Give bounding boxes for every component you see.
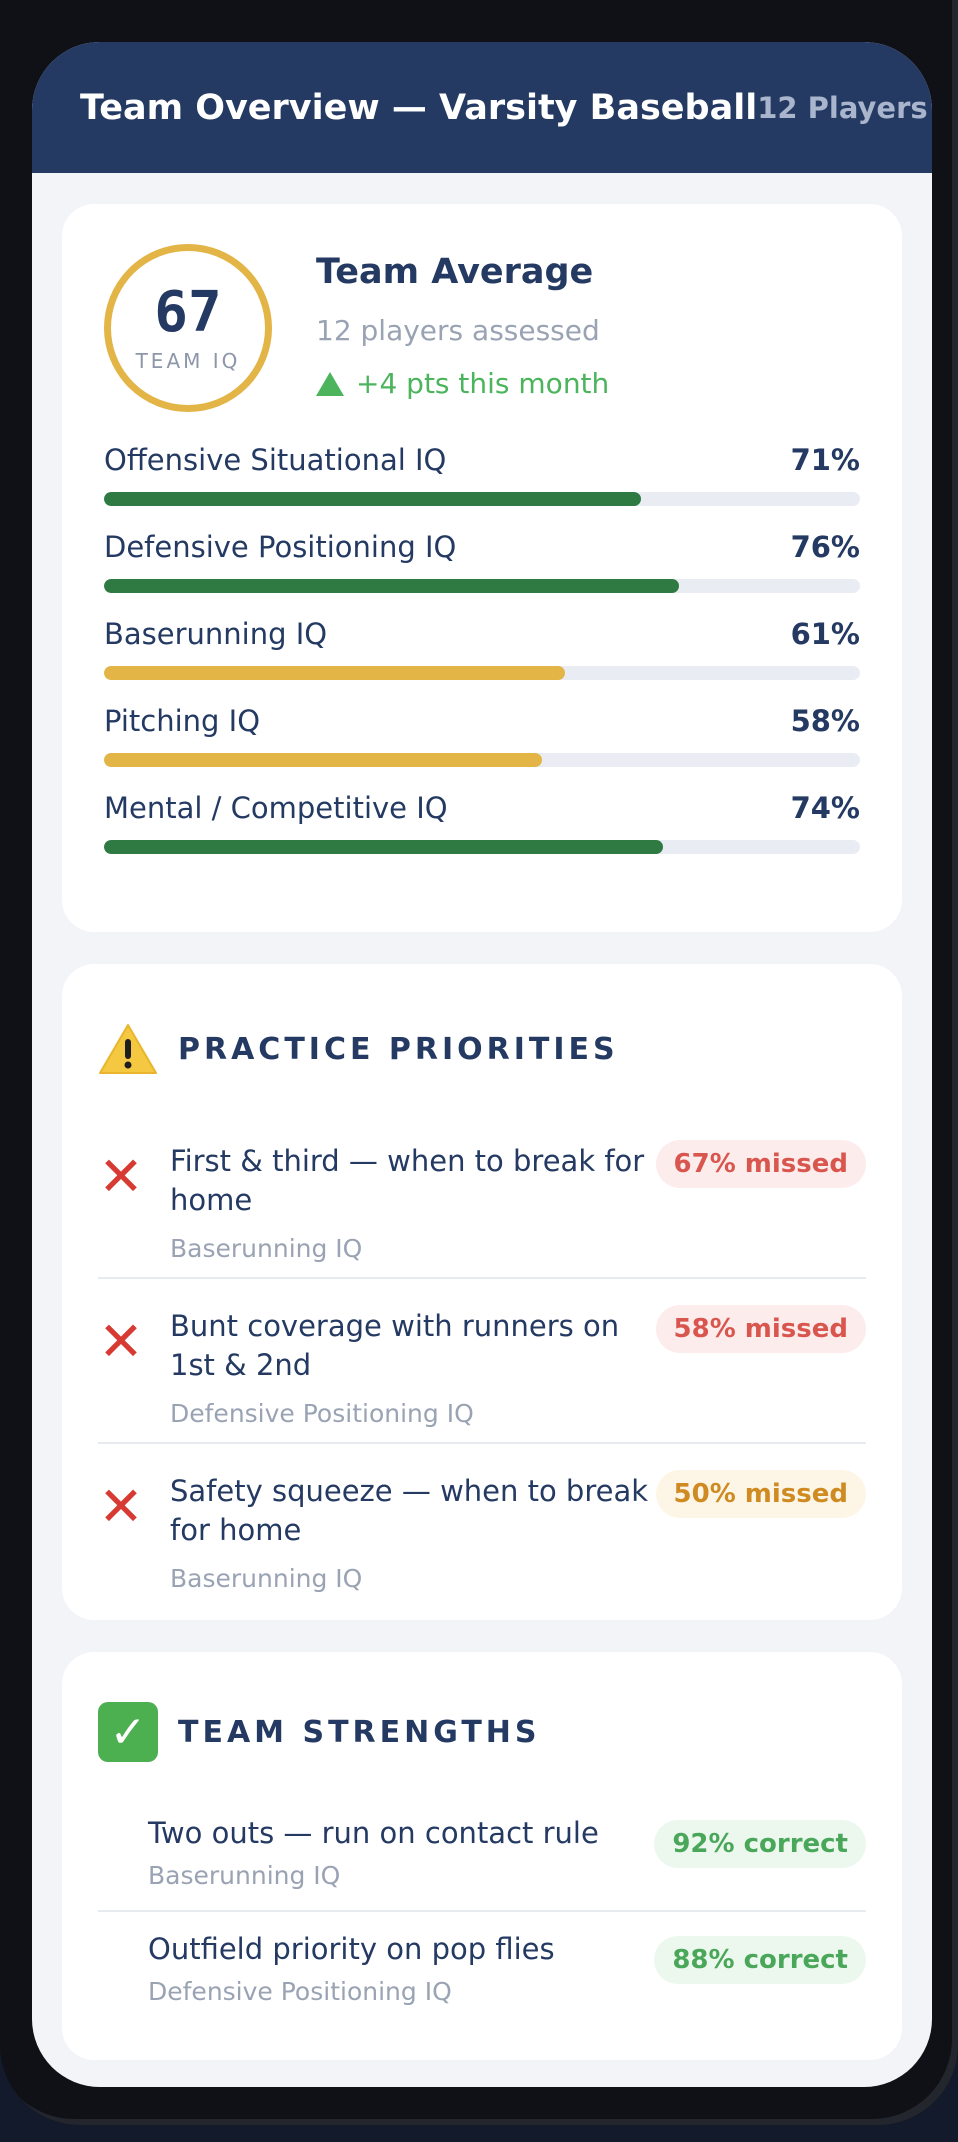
- strength-title: Two outs — run on contact rule: [148, 1816, 599, 1850]
- metric-item: Offensive Situational IQ 71%: [104, 442, 860, 529]
- page-title: Team Overview — Varsity Baseball: [80, 87, 758, 128]
- x-icon: ✕: [98, 1145, 144, 1208]
- metric-value: 58%: [790, 704, 860, 738]
- metric-progress-track: [104, 579, 860, 593]
- strengths-title: TEAM STRENGTHS: [178, 1714, 541, 1750]
- team-iq-card: 67 TEAM IQ Team Average 12 players asses…: [62, 204, 902, 932]
- warning-icon: [99, 1024, 157, 1074]
- trend-text: +4 pts this month: [356, 367, 610, 400]
- strength-category: Defensive Positioning IQ: [148, 1977, 452, 2006]
- priority-title: First & third — when to break for home: [170, 1144, 645, 1217]
- priority-category: Defensive Positioning IQ: [170, 1399, 474, 1428]
- priority-item[interactable]: ✕ First & third — when to break for home…: [98, 1114, 866, 1279]
- summary-subtitle: 12 players assessed: [316, 314, 600, 347]
- correct-badge: 88% correct: [654, 1936, 866, 1984]
- priority-item[interactable]: ✕ Safety squeeze — when to break for hom…: [98, 1444, 866, 1609]
- metric-progress-fill: [104, 666, 566, 680]
- priority-item[interactable]: ✕ Bunt coverage with runners on 1st & 2n…: [98, 1279, 866, 1444]
- team-iq-ring: 67 TEAM IQ: [104, 244, 272, 412]
- x-icon: ✕: [98, 1310, 144, 1373]
- trend-indicator: +4 pts this month: [316, 367, 609, 400]
- team-strengths-card: ✓ TEAM STRENGTHS Two outs — run on conta…: [62, 1652, 902, 2060]
- priority-category: Baserunning IQ: [170, 1234, 363, 1263]
- metric-label: Mental / Competitive IQ: [104, 791, 448, 825]
- team-iq-label: TEAM IQ: [135, 349, 241, 373]
- metric-item: Defensive Positioning IQ 76%: [104, 529, 860, 616]
- practice-priorities-card: PRACTICE PRIORITIES ✕ First & third — wh…: [62, 964, 902, 1620]
- phone-frame: Team Overview — Varsity Baseball 12 Play…: [0, 0, 958, 2125]
- strengths-header: ✓ TEAM STRENGTHS: [98, 1652, 866, 1786]
- strength-category: Baserunning IQ: [148, 1861, 341, 1890]
- top-header: Team Overview — Varsity Baseball 12 Play…: [32, 42, 932, 173]
- metric-value: 76%: [790, 530, 860, 564]
- metric-value: 74%: [790, 791, 860, 825]
- priorities-title: PRACTICE PRIORITIES: [178, 1031, 619, 1067]
- metric-progress-track: [104, 492, 860, 506]
- summary-title: Team Average: [316, 252, 594, 292]
- missed-badge: 67% missed: [655, 1140, 866, 1188]
- metric-label: Defensive Positioning IQ: [104, 530, 457, 564]
- metric-progress-track: [104, 666, 860, 680]
- check-icon: ✓: [98, 1702, 158, 1762]
- team-iq-score: 67: [154, 280, 222, 345]
- metric-value: 71%: [790, 443, 860, 477]
- metric-label: Pitching IQ: [104, 704, 261, 738]
- strength-item[interactable]: Two outs — run on contact rule Baserunni…: [98, 1786, 866, 1912]
- metric-value: 61%: [790, 617, 860, 651]
- priority-title: Bunt coverage with runners on 1st & 2nd: [170, 1309, 620, 1382]
- correct-badge: 92% correct: [654, 1820, 866, 1868]
- metric-item: Pitching IQ 58%: [104, 703, 860, 790]
- priority-title: Safety squeeze — when to break for home: [170, 1474, 649, 1547]
- metric-label: Offensive Situational IQ: [104, 443, 447, 477]
- x-icon: ✕: [98, 1475, 144, 1538]
- priority-category: Baserunning IQ: [170, 1564, 363, 1593]
- strength-title: Outfield priority on pop flies: [148, 1932, 555, 1966]
- trend-up-icon: [316, 371, 344, 396]
- metric-item: Baserunning IQ 61%: [104, 616, 860, 703]
- metric-item: Mental / Competitive IQ 74%: [104, 790, 860, 877]
- summary-text: Team Average 12 players assessed +4 pts …: [316, 244, 609, 400]
- metric-progress-fill: [104, 753, 543, 767]
- player-count: 12 Players: [757, 90, 928, 125]
- metric-progress-track: [104, 840, 860, 854]
- metric-label: Baserunning IQ: [104, 617, 328, 651]
- metric-progress-fill: [104, 840, 664, 854]
- metric-progress-fill: [104, 492, 641, 506]
- app-screen: Team Overview — Varsity Baseball 12 Play…: [32, 42, 932, 2087]
- priorities-header: PRACTICE PRIORITIES: [98, 964, 866, 1114]
- metric-progress-track: [104, 753, 860, 767]
- team-average-summary: 67 TEAM IQ Team Average 12 players asses…: [104, 244, 860, 442]
- metric-list: Offensive Situational IQ 71% Defensive Po…: [104, 442, 860, 877]
- metric-progress-fill: [104, 579, 679, 593]
- strength-item[interactable]: Outfield priority on pop flies Defensive…: [98, 1912, 866, 2038]
- missed-badge: 58% missed: [655, 1305, 866, 1353]
- missed-badge: 50% missed: [655, 1470, 866, 1518]
